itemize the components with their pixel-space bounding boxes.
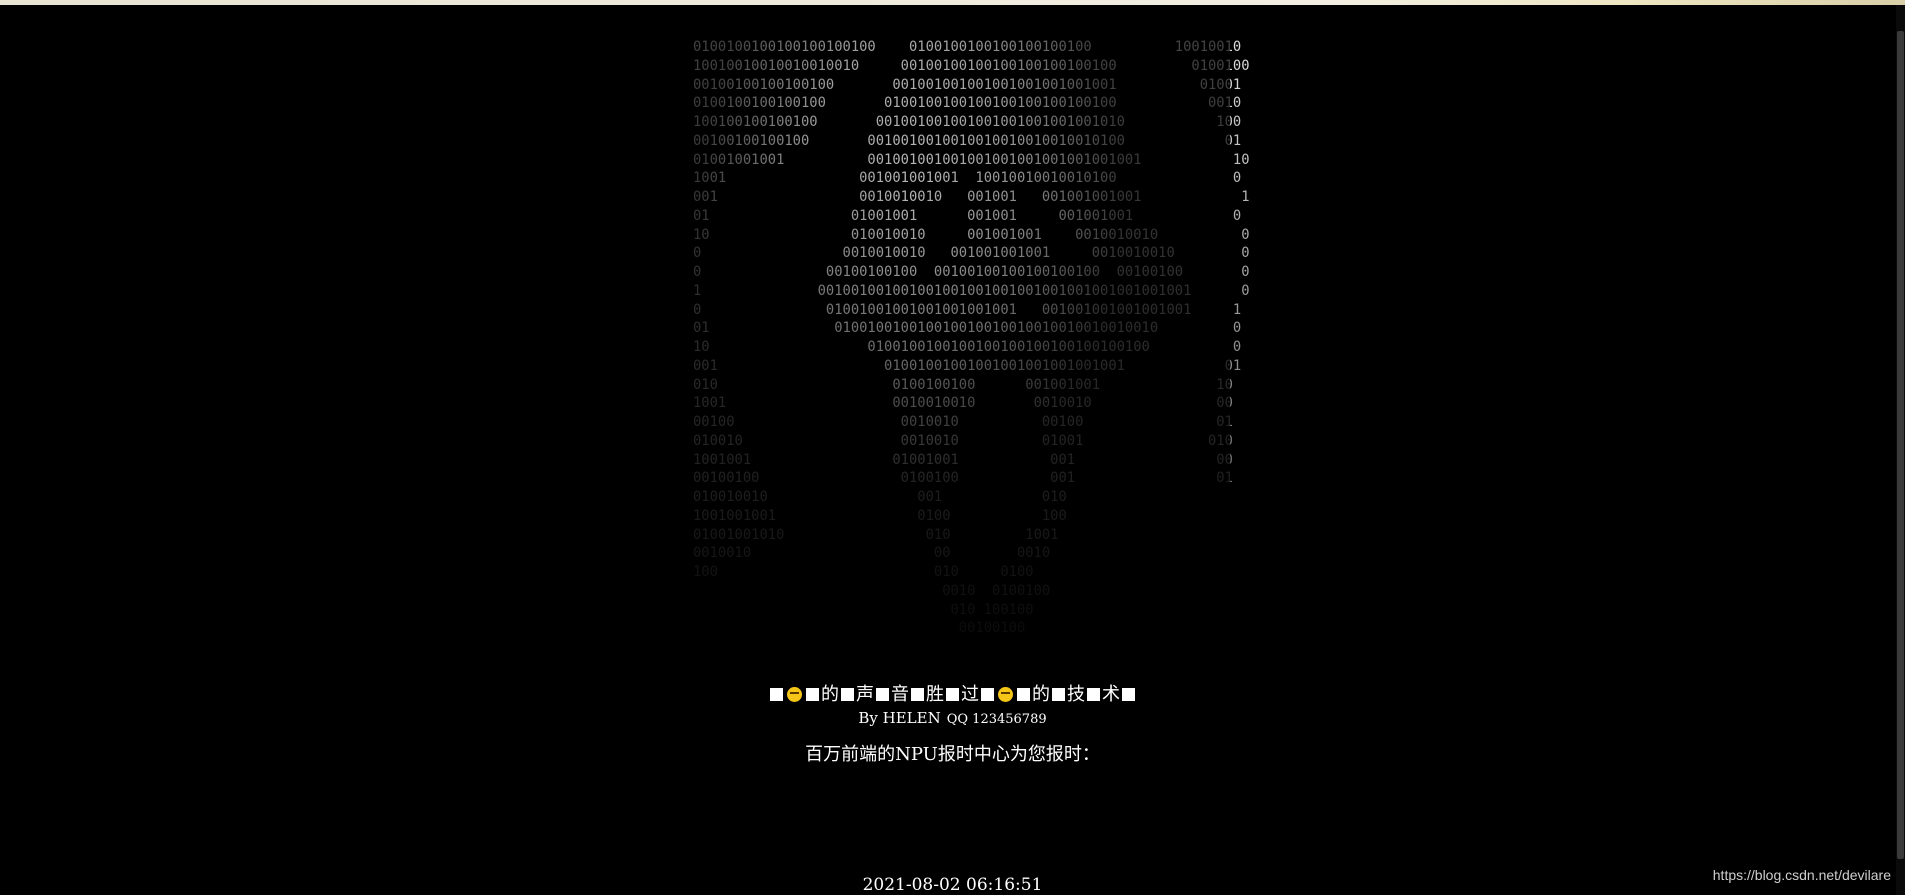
- ascii-art-line: 100 010 0100: [693, 564, 1034, 580]
- square-glyph-icon: [806, 688, 819, 701]
- ascii-art-line: 1001001001 0100 100: [693, 507, 1067, 524]
- ascii-art-line: 00100100: [693, 620, 1026, 637]
- ascii-art-line: 00100100100100 0010010010010010010010010…: [693, 132, 1242, 149]
- ascii-art-line: 0100100100100100100100 01001001001001001…: [693, 39, 1242, 55]
- square-glyph-icon: [1017, 688, 1030, 701]
- ascii-art-line: 1001 0010010010 0010010 00: [693, 395, 1233, 412]
- title-word: 胜: [926, 684, 944, 705]
- ascii-art-line: 10010010010010010010 0010010010010010010…: [693, 57, 1250, 74]
- ascii-art-line: 010 0100100100 001001001 10: [693, 376, 1233, 393]
- ascii-art-line: 1 00100100100100100100100100100100100100…: [693, 282, 1250, 299]
- author-byline: By HELEN QQ 123456789: [0, 708, 1905, 730]
- ascii-art-line: 10 010010010 001001001 0010010010 0: [693, 226, 1250, 243]
- title-word: 声: [856, 684, 874, 705]
- ascii-art-line: 100100100100100 001001001001001001001001…: [693, 114, 1242, 130]
- author-name: By HELEN: [858, 709, 941, 727]
- binary-ascii-art: 0100100100100100100100 01001001001001001…: [693, 38, 1250, 638]
- vertical-scrollbar[interactable]: [1896, 5, 1905, 895]
- browser-viewport: 0100100100100100100100 01001001001001001…: [0, 0, 1905, 895]
- ascii-art-line: 010 100100: [693, 601, 1034, 618]
- scrollbar-thumb[interactable]: [1897, 31, 1904, 859]
- square-glyph-icon: [946, 688, 959, 701]
- square-glyph-icon: [911, 688, 924, 701]
- ascii-art-line: 0 01001001001001001001001 00100100100100…: [693, 301, 1242, 318]
- ascii-art-line: 001 01001001001001001001001001001 01: [693, 357, 1242, 374]
- title-word: 术: [1102, 684, 1120, 705]
- ascii-art-line: 0010010 00 0010: [693, 545, 1051, 562]
- square-glyph-icon: [876, 688, 889, 701]
- ascii-art-line: 001 0010010010 001001 001001001001 1: [693, 189, 1250, 205]
- title-word: 音: [891, 684, 909, 705]
- clock-readout: 2021-08-02 06:16:51: [862, 875, 1043, 895]
- face-emoji-icon: [787, 687, 802, 702]
- title-word: 的: [1032, 684, 1050, 705]
- ascii-art-line: 010010010 001 010: [693, 489, 1067, 505]
- square-glyph-icon: [981, 688, 994, 701]
- time-report-label: 百万前端的NPU报时中心为您报时：: [805, 744, 1100, 765]
- ascii-art-line: 00100 0010010 00100 01: [693, 414, 1233, 430]
- ascii-art-line: 0010 0100100: [693, 582, 1051, 599]
- square-glyph-icon: [841, 688, 854, 701]
- ascii-art-line: 01 01001001 001001 001001001 0: [693, 207, 1242, 224]
- ascii-art-line: 1001 001001001001 10010010010010100 0: [693, 170, 1242, 187]
- ascii-art-line: 010010 0010010 01001 010: [693, 432, 1233, 449]
- page-title: 的声音胜过的技术: [0, 683, 1905, 707]
- ascii-art-line: 0 0010010010 001001001001 0010010010 0: [693, 245, 1250, 262]
- ascii-art-line: 00100100100100100 0010010010010010010010…: [693, 76, 1242, 93]
- face-emoji-icon: [998, 687, 1013, 702]
- ascii-art-line: 01 0100100100100100100100100100100100100…: [693, 320, 1242, 337]
- title-word: 过: [961, 684, 979, 705]
- ascii-art-line: 1001001 01001001 001 00: [693, 451, 1233, 468]
- author-qq: QQ 123456789: [946, 712, 1047, 727]
- ascii-art-line: 01001001010 010 1001: [693, 526, 1059, 543]
- title-word: 技: [1067, 684, 1085, 705]
- source-watermark: https://blog.csdn.net/devilare: [1712, 867, 1891, 883]
- square-glyph-icon: [1087, 688, 1100, 701]
- title-word: 的: [821, 684, 839, 705]
- ascii-art-line: 0 00100100100 00100100100100100100 00100…: [693, 264, 1250, 280]
- square-glyph-icon: [1052, 688, 1065, 701]
- ascii-art-line: 0100100100100100 01001001001001001001001…: [693, 95, 1242, 112]
- ascii-art-line: 10 0100100100100100100100100100100100 0: [693, 339, 1242, 355]
- top-edge-strip: [0, 0, 1905, 5]
- square-glyph-icon: [770, 688, 783, 701]
- ascii-art-line: 01001001001 0010010010010010010010010010…: [693, 151, 1250, 168]
- ascii-art-line: 00100100 0100100 001 01: [693, 470, 1233, 487]
- square-glyph-icon: [1122, 688, 1135, 701]
